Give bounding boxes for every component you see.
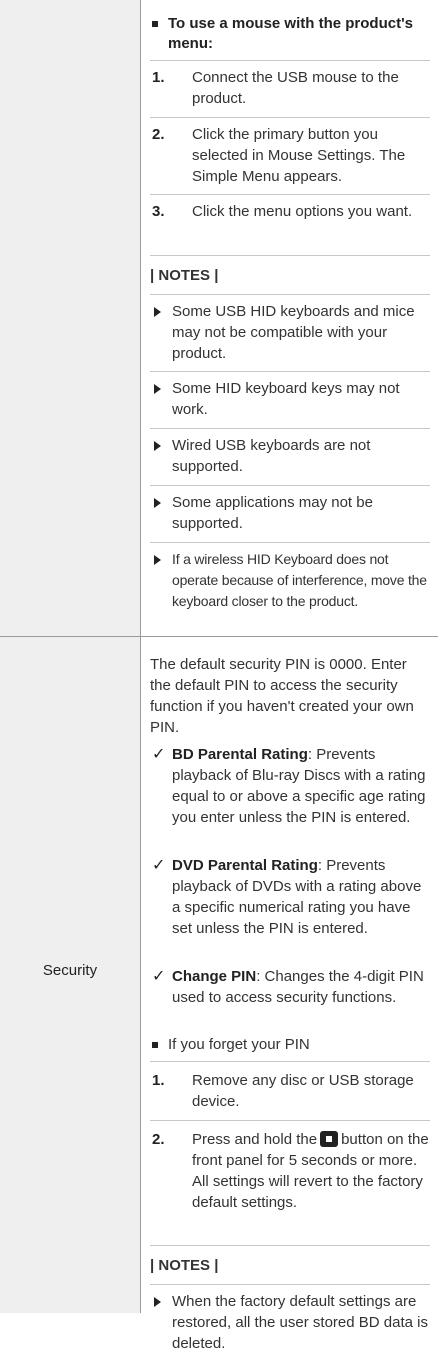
step-text: Remove any disc or USB storage device. [192, 1072, 414, 1110]
mouse-usage-heading: To use a mouse with the product's menu: [150, 14, 430, 54]
step-number: 1. [152, 69, 165, 86]
separator [150, 1245, 430, 1246]
separator [150, 542, 430, 543]
notes-heading: | NOTES | [150, 267, 219, 284]
note-text: Some USB HID keyboards and mice may not … [172, 303, 415, 362]
note-item: Wired USB keyboards are not supported. [150, 435, 430, 479]
triangle-bullet-icon [154, 498, 161, 508]
security-intro: The default security PIN is 0000. Enter … [150, 656, 414, 736]
step-item: 3. Click the menu options you want. [150, 201, 430, 245]
step-text: Press and hold the [192, 1131, 318, 1148]
check-item: ✓ DVD Parental Rating: Prevents playback… [150, 855, 430, 960]
step-text: Click the menu options you want. [192, 203, 413, 220]
note-item: Some USB HID keyboards and mice may not … [150, 301, 430, 365]
step-item: 2. Click the primary button you selected… [150, 124, 430, 188]
security-section: The default security PIN is 0000. Enter … [150, 654, 430, 1354]
separator [150, 1120, 430, 1121]
step-number: 3. [152, 203, 165, 220]
check-term: DVD Parental Rating [172, 857, 318, 874]
mouse-usage-heading-text: To use a mouse with the product's menu: [168, 15, 413, 52]
triangle-bullet-icon [154, 1297, 161, 1307]
note-item: When the factory default settings are re… [150, 1291, 430, 1354]
separator [150, 1284, 430, 1285]
check-icon: ✓ [152, 746, 166, 763]
separator [150, 117, 430, 118]
separator [150, 428, 430, 429]
check-term: Change PIN [172, 968, 257, 985]
check-item: ✓ BD Parental Rating: Prevents playback … [150, 744, 430, 849]
security-label: Security [42, 962, 98, 979]
row-divider [0, 636, 438, 637]
separator [150, 255, 430, 256]
forgot-pin-item: If you forget your PIN [150, 1035, 430, 1055]
forgot-pin-text: If you forget your PIN [168, 1036, 310, 1053]
manual-page: To use a mouse with the product's menu: … [0, 0, 438, 1352]
step-number: 1. [152, 1072, 165, 1089]
note-item: If a wireless HID Keyboard does not oper… [150, 549, 430, 612]
mouse-usage-section: To use a mouse with the product's menu: … [150, 14, 430, 612]
separator [150, 194, 430, 195]
step-item: 2. Press and hold the button on the front… [150, 1129, 430, 1235]
square-bullet-icon [152, 21, 158, 27]
step-item: 1. Connect the USB mouse to the product. [150, 67, 430, 111]
triangle-bullet-icon [154, 307, 161, 317]
triangle-bullet-icon [154, 555, 161, 565]
step-note: All settings will revert to the factory … [192, 1173, 423, 1211]
column-divider [140, 0, 141, 1313]
check-icon: ✓ [152, 968, 166, 985]
note-text: When the factory default settings are re… [172, 1293, 428, 1352]
separator [150, 294, 430, 295]
square-bullet-icon [152, 1042, 158, 1048]
note-text: If a wireless HID Keyboard does not oper… [172, 551, 427, 609]
step-item: 1. Remove any disc or USB storage device… [150, 1070, 430, 1114]
notes-heading: | NOTES | [150, 1257, 219, 1274]
step-number: 2. [152, 126, 165, 143]
step-number: 2. [152, 1131, 165, 1148]
check-item: ✓ Change PIN: Changes the 4-digit PIN us… [150, 966, 430, 1029]
separator [150, 371, 430, 372]
triangle-bullet-icon [154, 441, 161, 451]
note-text: Some applications may not be supported. [172, 494, 373, 532]
separator [150, 1061, 430, 1062]
triangle-bullet-icon [154, 384, 161, 394]
label-column [0, 0, 140, 1313]
note-text: Some HID keyboard keys may not work. [172, 380, 400, 418]
note-item: Some applications may not be supported. [150, 492, 430, 536]
note-item: Some HID keyboard keys may not work. [150, 378, 430, 422]
separator [150, 60, 430, 61]
separator [150, 485, 430, 486]
stop-button-icon [320, 1131, 339, 1147]
step-text: Connect the USB mouse to the product. [192, 69, 399, 107]
step-text: Click the primary button you selected in… [192, 126, 406, 185]
check-term: BD Parental Rating [172, 746, 308, 763]
check-icon: ✓ [152, 857, 166, 874]
note-text: Wired USB keyboards are not supported. [172, 437, 371, 475]
